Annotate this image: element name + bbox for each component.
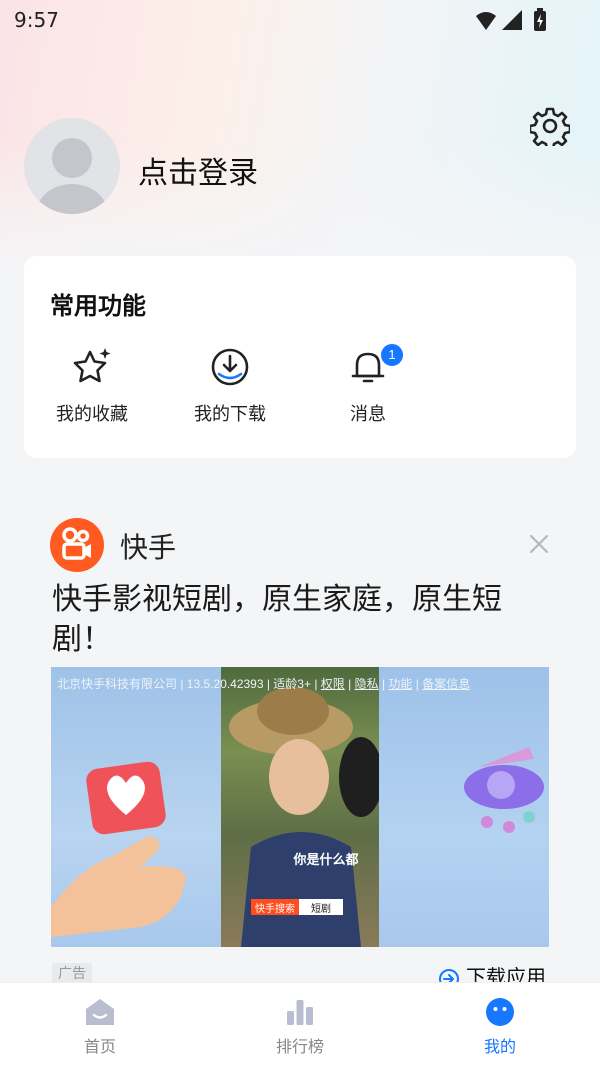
ad-meta-prefix: 北京快手科技有限公司 | 13.5.20.42393 | 适龄3+ | <box>57 677 321 691</box>
messages-button[interactable]: 1 消息 <box>308 342 428 436</box>
favorites-label: 我的收藏 <box>56 404 128 425</box>
favorites-button[interactable]: 我的收藏 <box>32 346 152 436</box>
tab-ranking[interactable]: 排行榜 <box>240 997 360 1057</box>
ranking-chart-icon <box>287 1000 313 1025</box>
login-link[interactable]: 点击登录 <box>138 148 258 192</box>
avatar[interactable] <box>24 118 120 214</box>
downloads-button[interactable]: 我的下载 <box>170 346 290 436</box>
status-icons <box>476 8 546 31</box>
permissions-link[interactable]: 权限 <box>321 677 345 691</box>
ad-image[interactable]: 北京快手科技有限公司 | 13.5.20.42393 | 适龄3+ | 权限 |… <box>51 667 549 947</box>
status-time: 9:57 <box>14 8 59 32</box>
search-chip: 快手搜索 短剧 <box>251 899 343 915</box>
messages-label: 消息 <box>350 404 386 425</box>
tab-home[interactable]: 首页 <box>40 997 160 1057</box>
toy-plane-icon <box>464 747 544 833</box>
ad-panel-left <box>51 667 221 947</box>
video-subtitle: 你是什么都 <box>293 853 359 868</box>
tab-mine-label: 我的 <box>483 1037 516 1056</box>
ad-panel-right <box>379 667 549 947</box>
tab-ranking-label: 排行榜 <box>275 1037 324 1056</box>
heart-hand-icon <box>51 761 186 937</box>
kuaishou-logo[interactable] <box>50 518 104 572</box>
ad-brand-name: 快手 <box>120 531 177 564</box>
home-icon <box>86 999 114 1025</box>
search-chip-query: 短剧 <box>299 899 343 915</box>
kuaishou-camera-icon <box>62 527 91 560</box>
default-avatar-icon <box>36 138 108 214</box>
ad-meta-line: 北京快手科技有限公司 | 13.5.20.42393 | 适龄3+ | 权限 |… <box>57 677 471 691</box>
icp-link[interactable]: 备案信息 <box>422 677 470 691</box>
star-sparkle-icon <box>73 348 111 383</box>
status-bar: 9:57 <box>0 0 600 40</box>
gear-icon[interactable] <box>530 106 570 146</box>
common-functions-card: 常用功能 我的收藏 我的下载 1 消息 <box>24 256 576 458</box>
close-icon[interactable] <box>526 531 552 557</box>
wifi-icon <box>476 12 496 30</box>
card-title: 常用功能 <box>50 292 146 320</box>
tab-home-label: 首页 <box>83 1037 116 1056</box>
bottom-tab-bar: 首页 排行榜 我的 <box>0 982 600 1067</box>
features-link[interactable]: 功能 <box>388 677 412 691</box>
privacy-link[interactable]: 隐私 <box>355 677 379 691</box>
message-count-badge: 1 <box>379 342 405 368</box>
search-chip-brand: 快手搜索 <box>251 899 299 915</box>
ad-headline[interactable]: 快手影视短剧，原生家庭，原生短剧！ <box>52 580 522 660</box>
tab-mine[interactable]: 我的 <box>440 997 560 1057</box>
downloads-label: 我的下载 <box>194 404 266 425</box>
signal-icon <box>502 10 522 30</box>
profile-face-icon <box>486 998 514 1026</box>
download-icon <box>211 348 249 386</box>
